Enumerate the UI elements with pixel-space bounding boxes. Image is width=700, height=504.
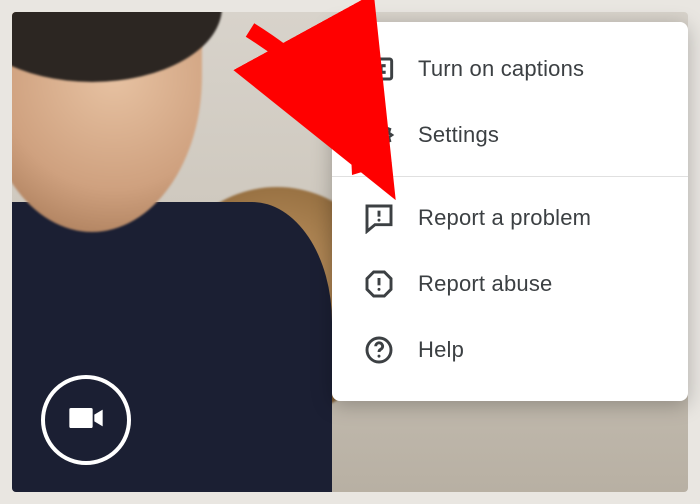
captions-label: Turn on captions <box>418 56 584 82</box>
captions-icon <box>362 52 396 86</box>
help-icon <box>362 333 396 367</box>
more-options-menu: Turn on captions Settings Report a probl… <box>332 22 688 401</box>
video-camera-icon <box>66 398 106 443</box>
settings-menu-item[interactable]: Settings <box>332 102 688 168</box>
report-abuse-icon <box>362 267 396 301</box>
menu-divider <box>332 176 688 177</box>
feedback-icon <box>362 201 396 235</box>
help-label: Help <box>418 337 464 363</box>
settings-label: Settings <box>418 122 499 148</box>
report-problem-menu-item[interactable]: Report a problem <box>332 185 688 251</box>
report-abuse-label: Report abuse <box>418 271 553 297</box>
help-menu-item[interactable]: Help <box>332 317 688 383</box>
video-call-screen: Turn on captions Settings Report a probl… <box>0 0 700 504</box>
report-problem-label: Report a problem <box>418 205 591 231</box>
report-abuse-menu-item[interactable]: Report abuse <box>332 251 688 317</box>
captions-menu-item[interactable]: Turn on captions <box>332 36 688 102</box>
toggle-camera-button[interactable] <box>41 375 131 465</box>
gear-icon <box>362 118 396 152</box>
